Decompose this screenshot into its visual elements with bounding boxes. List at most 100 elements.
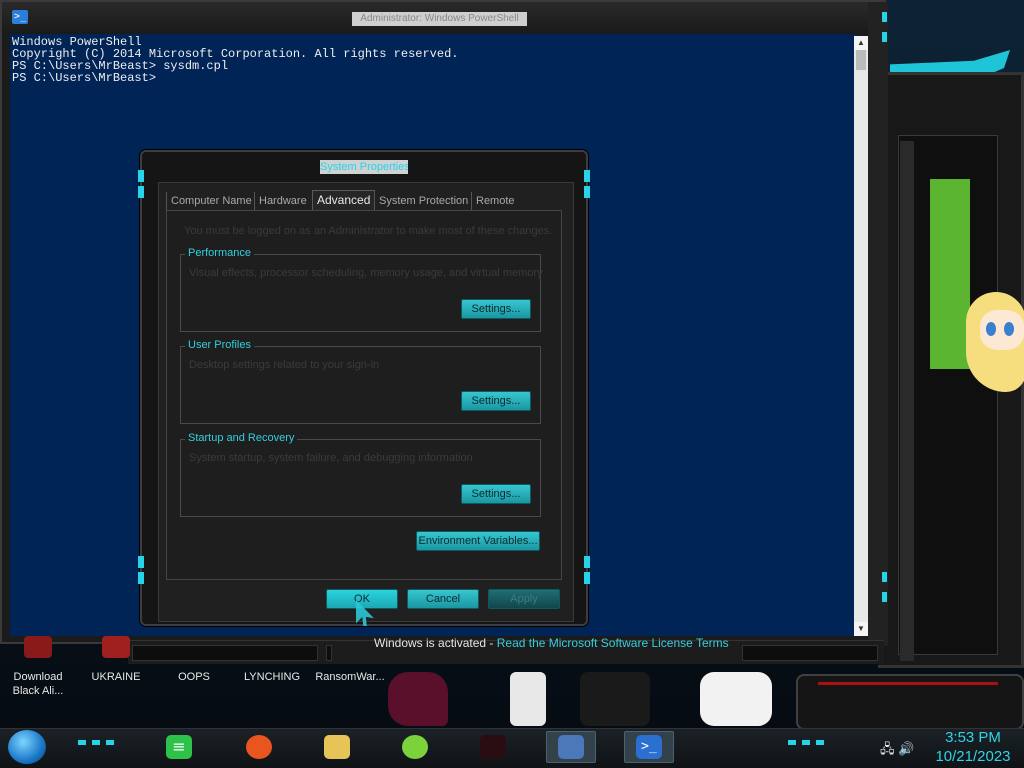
admin-note: You must be logged on as an Administrato… bbox=[184, 225, 553, 237]
scroll-thumb[interactable] bbox=[856, 50, 866, 70]
character-eye bbox=[1004, 322, 1014, 336]
start-button[interactable] bbox=[8, 730, 46, 764]
frame-light bbox=[882, 572, 887, 582]
frame-accent bbox=[818, 682, 998, 685]
file-icon bbox=[180, 636, 208, 658]
background-window-scrollbar[interactable] bbox=[900, 141, 914, 661]
user-profiles-settings-button[interactable]: Settings... bbox=[461, 391, 531, 411]
apply-button[interactable]: Apply bbox=[488, 589, 560, 609]
frame-light bbox=[882, 12, 887, 22]
desktop-icon-ukraine[interactable]: UKRAINE bbox=[81, 630, 151, 684]
console-line: PS C:\Users\MrBeast> bbox=[12, 71, 157, 85]
scroll-up-icon[interactable]: ▲ bbox=[854, 36, 868, 50]
dialog-title: System Properties bbox=[320, 160, 408, 174]
taskbar-app-lime[interactable] bbox=[390, 731, 440, 763]
taskbar-app-system-properties[interactable] bbox=[546, 731, 596, 763]
taskbar-light bbox=[802, 740, 810, 745]
strip-segment bbox=[742, 645, 878, 661]
app-icon bbox=[24, 636, 52, 658]
desktop-icon-ransomware[interactable]: RansomWar... bbox=[315, 630, 385, 684]
taskbar-light bbox=[106, 740, 114, 745]
frame-light bbox=[584, 556, 590, 568]
powershell-scrollbar[interactable]: ▲ ▼ bbox=[854, 36, 868, 636]
wallpaper-frame bbox=[796, 674, 1024, 730]
startup-recovery-group: Startup and Recovery System startup, sys… bbox=[180, 432, 541, 517]
firefox-icon bbox=[246, 735, 272, 759]
cancel-button[interactable]: Cancel bbox=[407, 589, 479, 609]
computer-icon bbox=[558, 735, 584, 759]
user-profiles-group: User Profiles Desktop settings related t… bbox=[180, 339, 541, 424]
license-terms-link[interactable]: Read the Microsoft Software License Term… bbox=[497, 636, 729, 650]
powershell-icon: >_ bbox=[636, 735, 662, 759]
lime-icon bbox=[402, 735, 428, 759]
frame-light bbox=[138, 170, 144, 182]
desktop-icon-oops[interactable]: OOPS bbox=[159, 630, 229, 684]
folder-icon bbox=[324, 735, 350, 759]
user-profiles-desc: Desktop settings related to your sign-in bbox=[189, 359, 380, 371]
network-icon[interactable]: 🖧 bbox=[880, 741, 895, 756]
taskbar-clock[interactable]: 3:53 PM 10/21/2023 bbox=[930, 728, 1016, 766]
desktop-icon-label: Download Black Ali... bbox=[12, 671, 64, 697]
scroll-down-icon[interactable]: ▼ bbox=[854, 622, 868, 636]
tab-advanced[interactable]: Advanced bbox=[312, 190, 376, 211]
frame-light bbox=[584, 572, 590, 584]
performance-title: Performance bbox=[185, 247, 254, 259]
tab-remote[interactable]: Remote bbox=[471, 192, 519, 210]
desktop-icon-label: OOPS bbox=[178, 671, 210, 683]
taskbar-light bbox=[92, 740, 100, 745]
frame-light bbox=[138, 186, 144, 198]
frame-light bbox=[584, 170, 590, 182]
volume-icon[interactable]: 🔊 bbox=[898, 741, 914, 756]
powershell-frame-edge bbox=[868, 2, 888, 646]
performance-settings-button[interactable]: Settings... bbox=[461, 299, 531, 319]
startup-recovery-desc: System startup, system failure, and debu… bbox=[189, 452, 473, 464]
powershell-titlebar[interactable]: >_ Administrator: Windows PowerShell bbox=[2, 2, 888, 34]
performance-group: Performance Visual effects, processor sc… bbox=[180, 247, 543, 332]
taskbar-app-powershell[interactable]: >_ bbox=[624, 731, 674, 763]
taskbar-light bbox=[78, 740, 86, 745]
wallpaper-character-legs bbox=[580, 672, 650, 726]
environment-variables-button[interactable]: Environment Variables... bbox=[416, 531, 540, 551]
powershell-icon[interactable]: >_ bbox=[12, 10, 28, 24]
tab-computer-name[interactable]: Computer Name bbox=[166, 192, 256, 210]
frame-light bbox=[584, 186, 590, 198]
powershell-title: Administrator: Windows PowerShell bbox=[352, 12, 527, 26]
desktop-icon-download[interactable]: Download Black Ali... bbox=[3, 630, 73, 698]
frame-light bbox=[882, 32, 887, 42]
taskbar-app-notes[interactable]: ≡ bbox=[154, 731, 204, 763]
clock-date: 10/21/2023 bbox=[935, 748, 1011, 765]
character-eye bbox=[986, 322, 996, 336]
desktop-icon-label: RansomWar... bbox=[315, 671, 385, 683]
wallpaper-character-legs bbox=[510, 672, 546, 726]
performance-desc: Visual effects, processor scheduling, me… bbox=[189, 267, 543, 279]
clock-time: 3:53 PM bbox=[945, 729, 1001, 746]
taskbar-app-firefox[interactable] bbox=[234, 731, 284, 763]
file-icon bbox=[336, 636, 364, 658]
character-artwork bbox=[962, 288, 1024, 408]
taskbar-light bbox=[788, 740, 796, 745]
activation-status: Windows is activated bbox=[374, 636, 487, 650]
wallpaper-character-legs bbox=[700, 672, 772, 726]
activation-notice: Windows is activated - Read the Microsof… bbox=[374, 636, 729, 650]
tab-system-protection[interactable]: System Protection bbox=[374, 192, 472, 210]
desktop-icon-label: UKRAINE bbox=[91, 671, 141, 683]
frame-light bbox=[138, 556, 144, 568]
frame-light bbox=[138, 572, 144, 584]
media-icon bbox=[480, 735, 506, 759]
system-tray: 🖧 🔊 bbox=[880, 740, 914, 762]
taskbar-app-file-explorer[interactable] bbox=[312, 731, 362, 763]
flag-icon bbox=[102, 636, 130, 658]
startup-recovery-settings-button[interactable]: Settings... bbox=[461, 484, 531, 504]
ok-button[interactable]: OK bbox=[326, 589, 398, 609]
tab-hardware[interactable]: Hardware bbox=[254, 192, 311, 210]
desktop-icon-label: LYNCHING bbox=[243, 671, 301, 683]
frame-light bbox=[882, 592, 887, 602]
user-profiles-title: User Profiles bbox=[185, 339, 254, 351]
notes-icon: ≡ bbox=[166, 735, 192, 759]
file-icon bbox=[258, 636, 286, 658]
startup-recovery-title: Startup and Recovery bbox=[185, 432, 298, 444]
taskbar-light bbox=[816, 740, 824, 745]
taskbar-app-media[interactable] bbox=[468, 731, 518, 763]
desktop-icon-lynching[interactable]: LYNCHING bbox=[237, 630, 307, 684]
wallpaper-character-legs bbox=[388, 672, 448, 726]
